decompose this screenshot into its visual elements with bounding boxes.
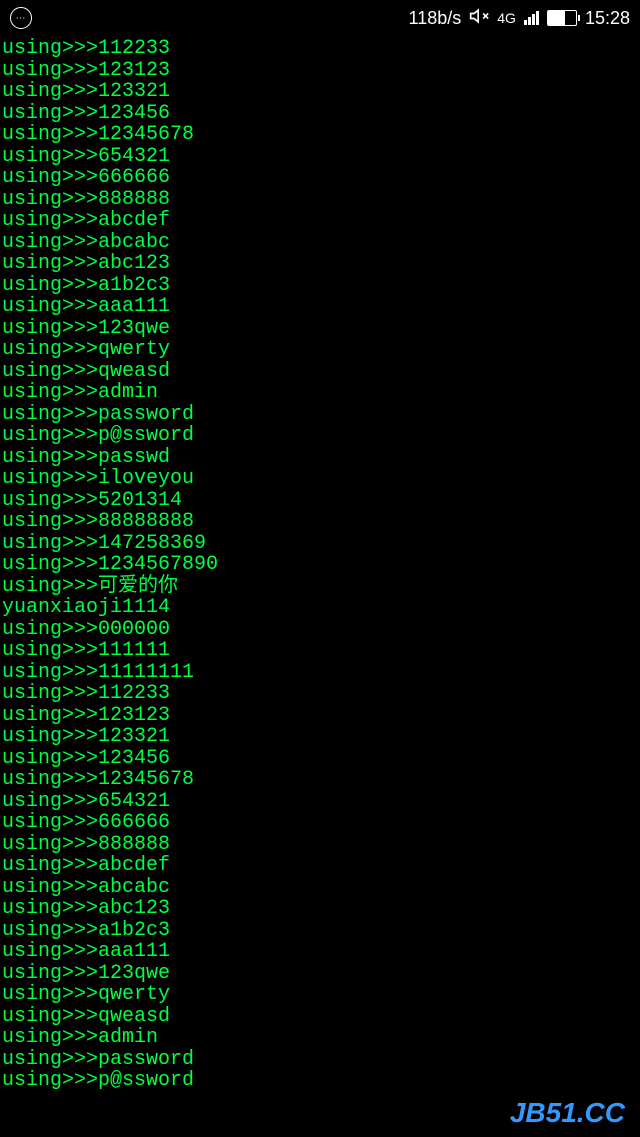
terminal-line: using>>>iloveyou [2, 468, 638, 490]
terminal-line: using>>>12345678 [2, 124, 638, 146]
terminal-line: using>>>123qwe [2, 318, 638, 340]
data-rate: 118b/s [409, 8, 462, 29]
terminal-line: using>>>qweasd [2, 1006, 638, 1028]
terminal-line: using>>>aaa111 [2, 941, 638, 963]
terminal-line: using>>>abcabc [2, 877, 638, 899]
terminal-line: using>>>123456 [2, 748, 638, 770]
terminal-line: using>>>12345678 [2, 769, 638, 791]
terminal-line: using>>>a1b2c3 [2, 275, 638, 297]
terminal-line: using>>>123qwe [2, 963, 638, 985]
terminal-line: using>>>5201314 [2, 490, 638, 512]
terminal-output: using>>>112233using>>>123123using>>>1233… [0, 36, 640, 1094]
terminal-line: using>>>123321 [2, 81, 638, 103]
terminal-line: using>>>88888888 [2, 511, 638, 533]
terminal-line: using>>>passwd [2, 447, 638, 469]
terminal-line: using>>>p@ssword [2, 1070, 638, 1092]
terminal-line: using>>>1234567890 [2, 554, 638, 576]
terminal-line: using>>>112233 [2, 38, 638, 60]
terminal-line: using>>>147258369 [2, 533, 638, 555]
terminal-line: using>>>123123 [2, 60, 638, 82]
terminal-line: using>>>888888 [2, 834, 638, 856]
terminal-line: using>>>123456 [2, 103, 638, 125]
watermark: JB51.CC [510, 1097, 625, 1129]
network-type: 4G [497, 10, 516, 26]
terminal-line: using>>>可爱的你 [2, 576, 638, 598]
status-bar: ⋯ 118b/s 4G 15:28 [0, 0, 640, 36]
terminal-line: using>>>666666 [2, 812, 638, 834]
terminal-line: using>>>abc123 [2, 253, 638, 275]
terminal-line: using>>>qwerty [2, 984, 638, 1006]
terminal-line: using>>>aaa111 [2, 296, 638, 318]
terminal-line: using>>>654321 [2, 791, 638, 813]
terminal-line: using>>>abcabc [2, 232, 638, 254]
battery-icon [547, 10, 577, 26]
terminal-line: using>>>123321 [2, 726, 638, 748]
terminal-line: yuanxiaoji1114 [2, 597, 638, 619]
terminal-line: using>>>admin [2, 1027, 638, 1049]
mute-icon [469, 6, 489, 31]
terminal-line: using>>>password [2, 404, 638, 426]
terminal-line: using>>>11111111 [2, 662, 638, 684]
terminal-line: using>>>a1b2c3 [2, 920, 638, 942]
signal-bars-icon [524, 11, 539, 25]
terminal-line: using>>>654321 [2, 146, 638, 168]
terminal-line: using>>>111111 [2, 640, 638, 662]
status-left: ⋯ [10, 7, 32, 29]
status-right: 118b/s 4G 15:28 [409, 6, 630, 31]
terminal-line: using>>>000000 [2, 619, 638, 641]
terminal-line: using>>>abcdef [2, 210, 638, 232]
clock: 15:28 [585, 8, 630, 29]
terminal-line: using>>>abc123 [2, 898, 638, 920]
terminal-line: using>>>admin [2, 382, 638, 404]
terminal-line: using>>>password [2, 1049, 638, 1071]
more-icon[interactable]: ⋯ [10, 7, 32, 29]
terminal-line: using>>>123123 [2, 705, 638, 727]
terminal-line: using>>>888888 [2, 189, 638, 211]
terminal-line: using>>>qweasd [2, 361, 638, 383]
terminal-line: using>>>abcdef [2, 855, 638, 877]
terminal-line: using>>>666666 [2, 167, 638, 189]
terminal-line: using>>>112233 [2, 683, 638, 705]
terminal-line: using>>>p@ssword [2, 425, 638, 447]
terminal-line: using>>>qwerty [2, 339, 638, 361]
